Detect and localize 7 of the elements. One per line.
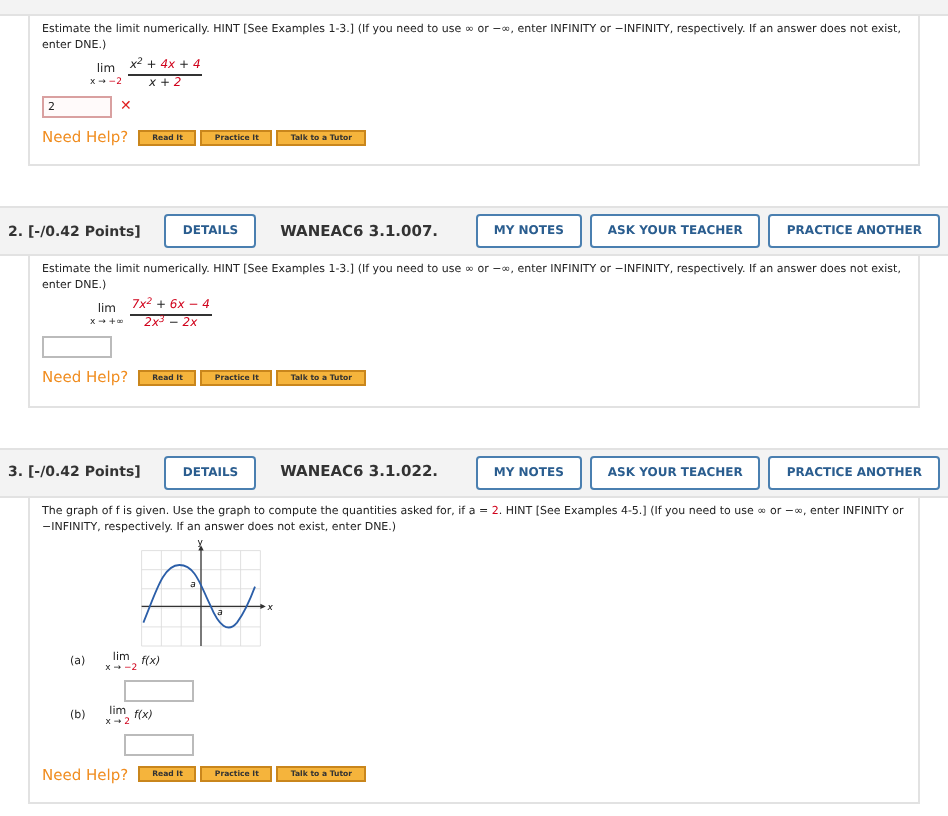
answer-field[interactable] [124,733,194,755]
answer-field[interactable] [124,679,194,701]
y-axis [198,544,204,646]
answer-field[interactable] [42,336,112,359]
x-axis [140,602,266,609]
grid-drawing [141,549,261,646]
curve [142,563,256,628]
